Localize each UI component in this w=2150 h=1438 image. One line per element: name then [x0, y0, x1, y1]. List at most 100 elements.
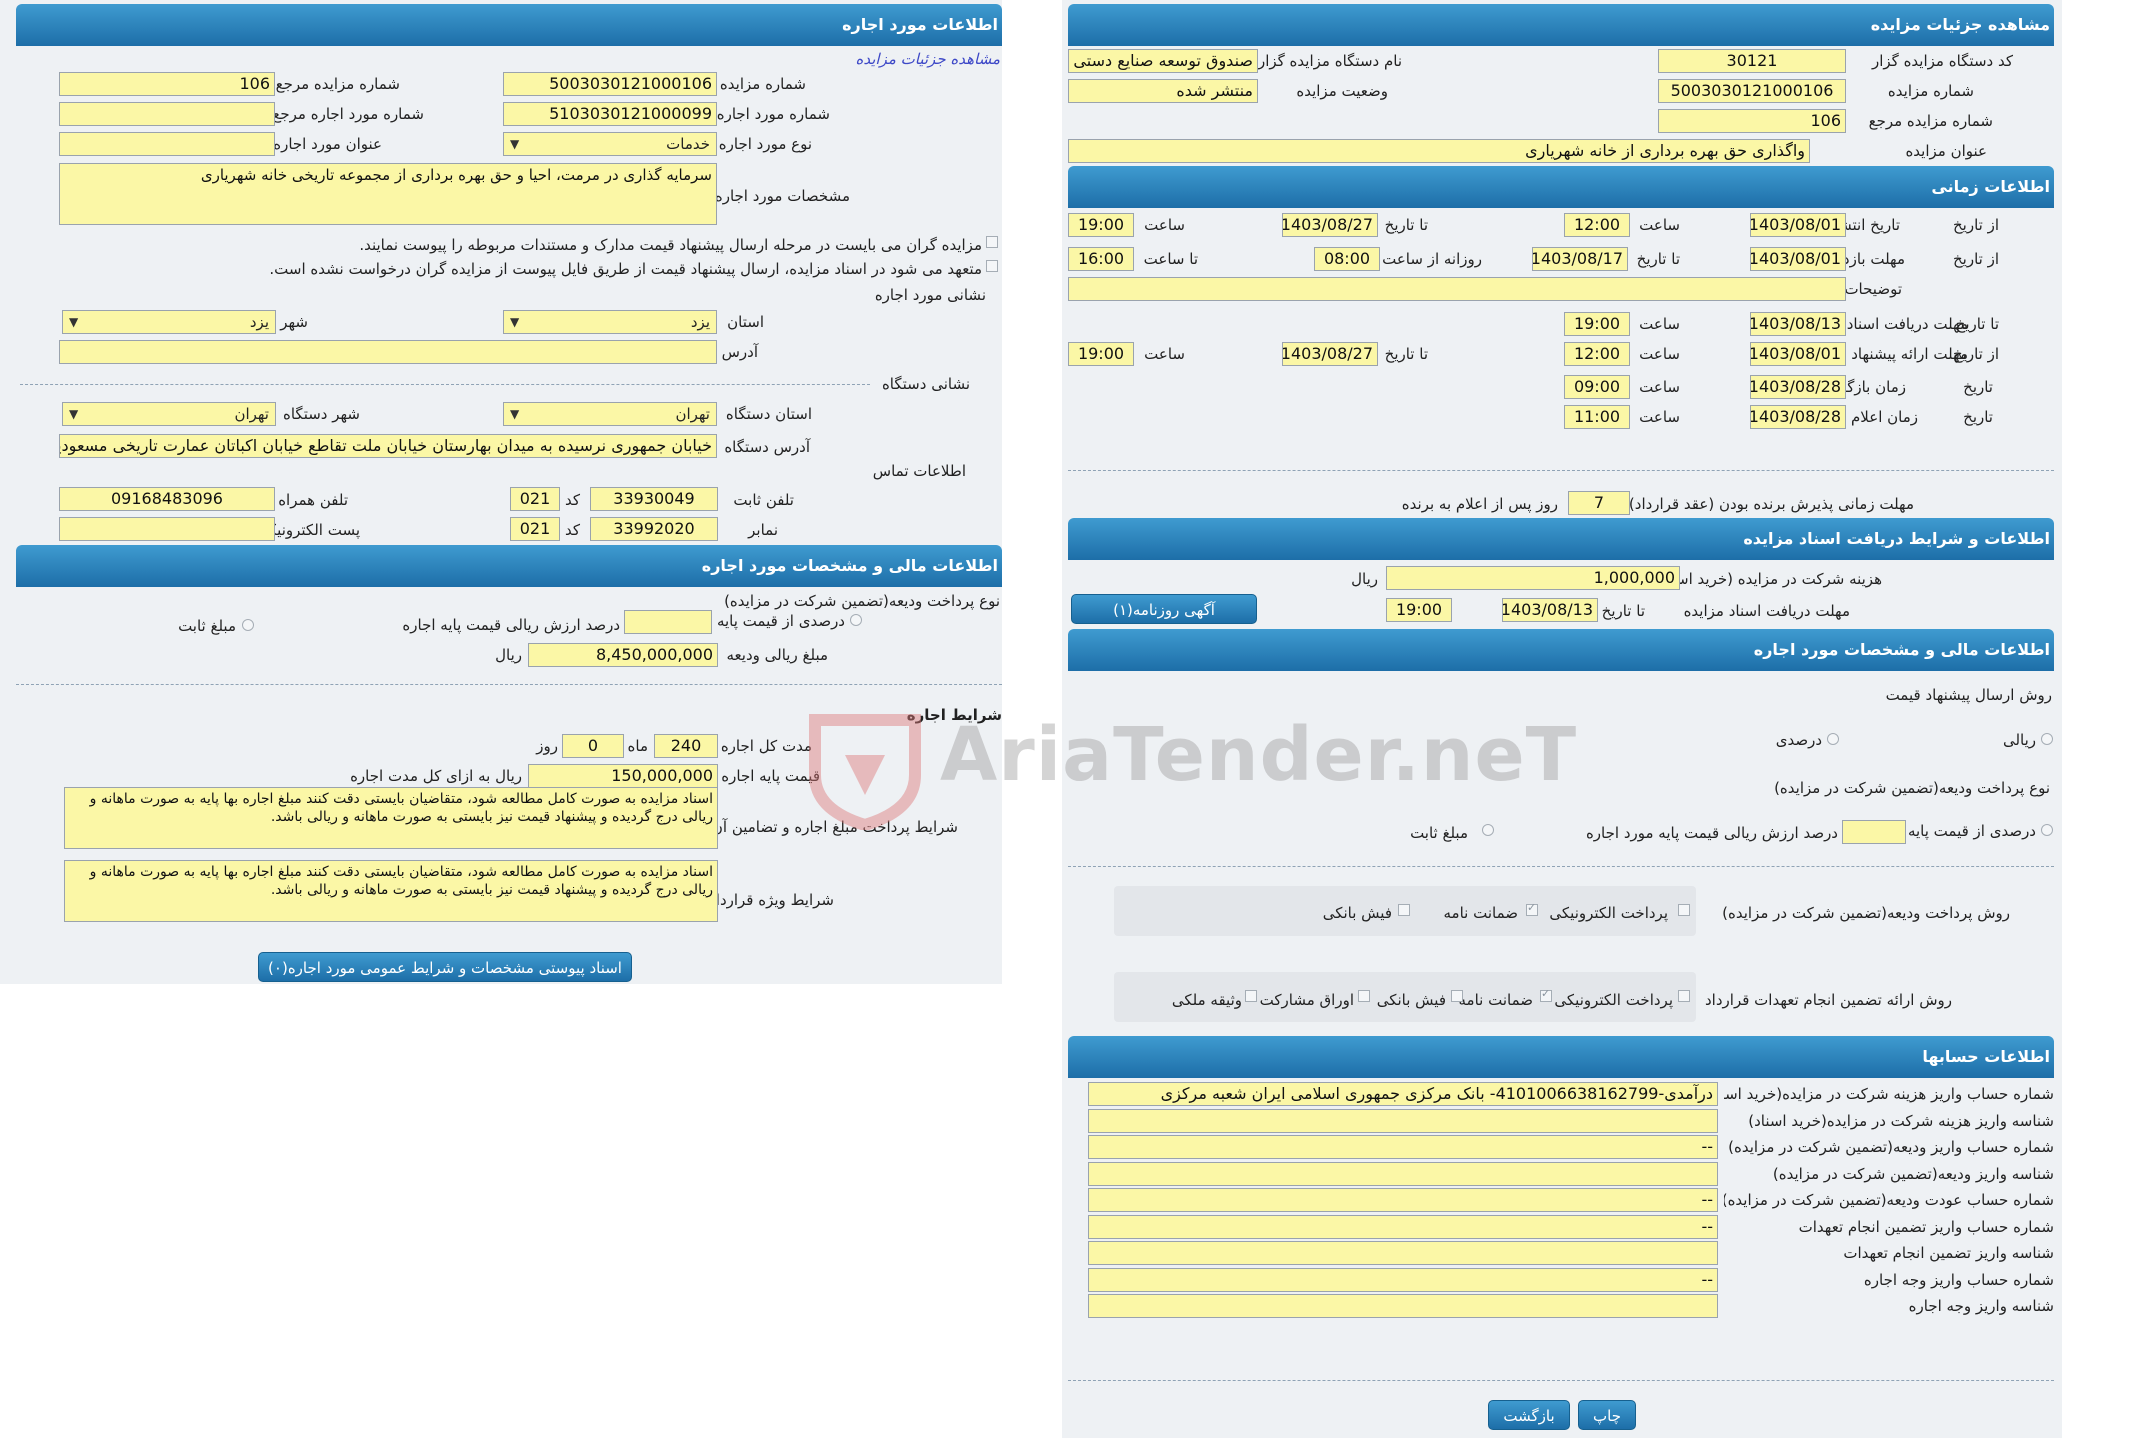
guarantee-label: ضمانت نامه: [1443, 904, 1518, 922]
lease-spec-label: مشخصات مورد اجاره: [714, 187, 850, 205]
visit-to-label: تا تاریخ: [1636, 250, 1680, 268]
offer-from-date: 1403/08/01: [1750, 342, 1846, 366]
province-select[interactable]: یزد ▼: [503, 310, 717, 334]
auction-title-field: واگذاری حق بهره برداری از خانه شهریاری: [1068, 139, 1810, 163]
auction-title-label: عنوان مزایده: [1905, 142, 1987, 160]
duration-month-word: ماه: [627, 737, 648, 755]
org-address-title: نشانی دستگاه: [881, 375, 970, 393]
org-code-field: 30121: [1658, 49, 1846, 73]
winner-date-word: تاریخ: [1963, 408, 1993, 426]
account-value: [1088, 1241, 1718, 1265]
opening-time: 09:00: [1564, 375, 1630, 399]
percent-radio[interactable]: [1827, 733, 1839, 745]
fee-unit: ریال: [1351, 570, 1378, 588]
bank-slip-checkbox[interactable]: [1398, 904, 1410, 916]
docs-conditions-header: اطلاعات و شرایط دریافت اسناد مزایده: [1068, 518, 2054, 560]
publish-from-date: 1403/08/01: [1750, 213, 1846, 237]
publish-from-label: از تاریخ: [1952, 216, 1999, 234]
lease-title-field: [59, 132, 275, 156]
back-button[interactable]: بازگشت: [1488, 1400, 1570, 1430]
acceptance-days: 7: [1568, 491, 1630, 515]
attach-required-note: مزایده گران می بایست در مرحله ارسال پیشن…: [359, 236, 982, 254]
duration-label: مدت کل اجاره: [720, 737, 812, 755]
email-field: [59, 517, 275, 541]
bonds-checkbox[interactable]: [1358, 990, 1370, 1002]
visit-daily-label: روزانه از ساعت: [1382, 250, 1482, 268]
docs-receive-time: 19:00: [1386, 598, 1452, 622]
docs-deadline-label: مهلت دریافت اسناد: [1846, 315, 1968, 333]
fax-field: 33992020: [590, 517, 718, 541]
duration-days: 0: [562, 734, 624, 758]
acceptance-label: مهلت زمانی پذیرش برنده بودن (عقد قرارداد…: [1628, 495, 1914, 513]
org-province-select[interactable]: تهران ▼: [503, 402, 717, 426]
r-fixed-radio[interactable]: [242, 619, 254, 631]
visit-from-label: از تاریخ: [1952, 250, 1999, 268]
city-label: شهر: [280, 313, 308, 331]
fax-code-label: کد: [564, 521, 580, 539]
lease-title-label: عنوان مورد اجاره: [273, 135, 382, 153]
publish-from-time: 12:00: [1564, 213, 1630, 237]
property-checkbox[interactable]: [1245, 990, 1257, 1002]
auction-details-link[interactable]: مشاهده جزئیات مزایده: [856, 50, 1001, 68]
visit-to-date: 1403/08/17: [1532, 247, 1628, 271]
r-reference-field: 106: [59, 72, 275, 96]
pct-base-radio[interactable]: [2041, 824, 2053, 836]
divider: [20, 384, 870, 385]
duration-months: 240: [654, 734, 718, 758]
property-label: وثیقه ملکی: [1171, 991, 1242, 1009]
fee-label: هزینه شرکت در مزایده (خرید اسناد): [1654, 570, 1882, 588]
org-name-label: نام دستگاه مزایده گزار: [1257, 52, 1402, 70]
newspaper-ad-button[interactable]: آگهی روزنامه(۱): [1071, 594, 1257, 624]
commit-guarantee-checkbox[interactable]: [1540, 987, 1552, 1002]
org-code-label: کد دستگاه مزایده گزار: [1871, 52, 2013, 70]
acceptance-suffix: روز پس از اعلام به برنده: [1401, 495, 1558, 513]
r-pct-base-radio[interactable]: [850, 614, 862, 626]
lease-type-select[interactable]: خدمات ▼: [503, 132, 717, 156]
lease-spec-field: سرمایه گذاری در مرمت، احیا و حق بهره برد…: [59, 163, 717, 225]
divider: [16, 684, 1002, 685]
base-price-suffix: ریال به ازای کل مدت اجاره: [350, 767, 522, 785]
e-payment-checkbox[interactable]: [1678, 904, 1690, 916]
r-deposit-type-label: نوع پرداخت ودیعه(تضمین شرکت در مزایده): [724, 592, 1000, 610]
opening-date: 1403/08/28: [1750, 375, 1846, 399]
docs-time-label: ساعت: [1639, 315, 1680, 333]
commitment-method-label: روش ارائه تضمین انجام تعهدات قرارداد: [1705, 991, 1952, 1009]
org-address-field: خیابان جمهوری نرسیده به میدان بهارستان خ…: [59, 434, 717, 458]
publish-to-date: 1403/08/27: [1282, 213, 1378, 237]
lease-address-title: نشانی مورد اجاره: [874, 286, 986, 304]
print-button[interactable]: چاپ: [1578, 1400, 1636, 1430]
lease-number-label: شماره مورد اجاره: [716, 105, 830, 123]
guarantee-checkbox[interactable]: [1526, 901, 1538, 916]
attachments-button[interactable]: اسناد پیوستی مشخصات و شرایط عمومی مورد ا…: [258, 952, 632, 982]
reference-number-field: 106: [1658, 109, 1846, 133]
lease-number-field: 5103030121000099: [503, 102, 717, 126]
account-value: --: [1088, 1215, 1718, 1239]
docs-to-date: 1403/08/13: [1750, 312, 1846, 336]
commit-bank-slip-checkbox[interactable]: [1451, 990, 1463, 1002]
org-city-select[interactable]: تهران ▼: [62, 402, 276, 426]
bank-slip-label: فیش بانکی: [1322, 904, 1392, 922]
account-label: شناسه واریز هزینه شرکت در مزایده(خرید اس…: [1748, 1112, 2054, 1130]
offer-to-time-label: ساعت: [1144, 345, 1185, 363]
r-financial-header: اطلاعات مالی و مشخصات مورد اجاره: [16, 545, 1002, 587]
account-value: --: [1088, 1135, 1718, 1159]
special-terms-label: شرایط ویژه قرارداد: [709, 891, 834, 909]
city-select[interactable]: یزد ▼: [62, 310, 276, 334]
pct-base-field: [1842, 820, 1906, 844]
lease-item-header: اطلاعات مورد اجاره: [16, 4, 1002, 46]
commit-e-payment-checkbox[interactable]: [1678, 990, 1690, 1002]
publish-to-label: تا تاریخ: [1384, 216, 1428, 234]
winner-time-word: ساعت: [1639, 408, 1680, 426]
account-value: --: [1088, 1188, 1718, 1212]
org-address-label: آدرس دستگاه: [724, 438, 810, 456]
docs-receive-label: مهلت دریافت اسناد مزایده: [1683, 602, 1850, 620]
lease-ref-label: شماره مورد اجاره مرجع: [272, 105, 424, 123]
commit-e-payment-label: پرداخت الکترونیکی: [1554, 991, 1673, 1009]
divider: [1068, 1380, 2054, 1381]
offer-from-label: از تاریخ: [1952, 345, 1999, 363]
rial-radio[interactable]: [2041, 733, 2053, 745]
account-value: [1088, 1162, 1718, 1186]
fax-label: نمابر: [748, 521, 778, 539]
fixed-amount-radio[interactable]: [1482, 824, 1494, 836]
account-label: شماره حساب عودت ودیعه(تضمین شرکت در مزای…: [1724, 1191, 2054, 1209]
